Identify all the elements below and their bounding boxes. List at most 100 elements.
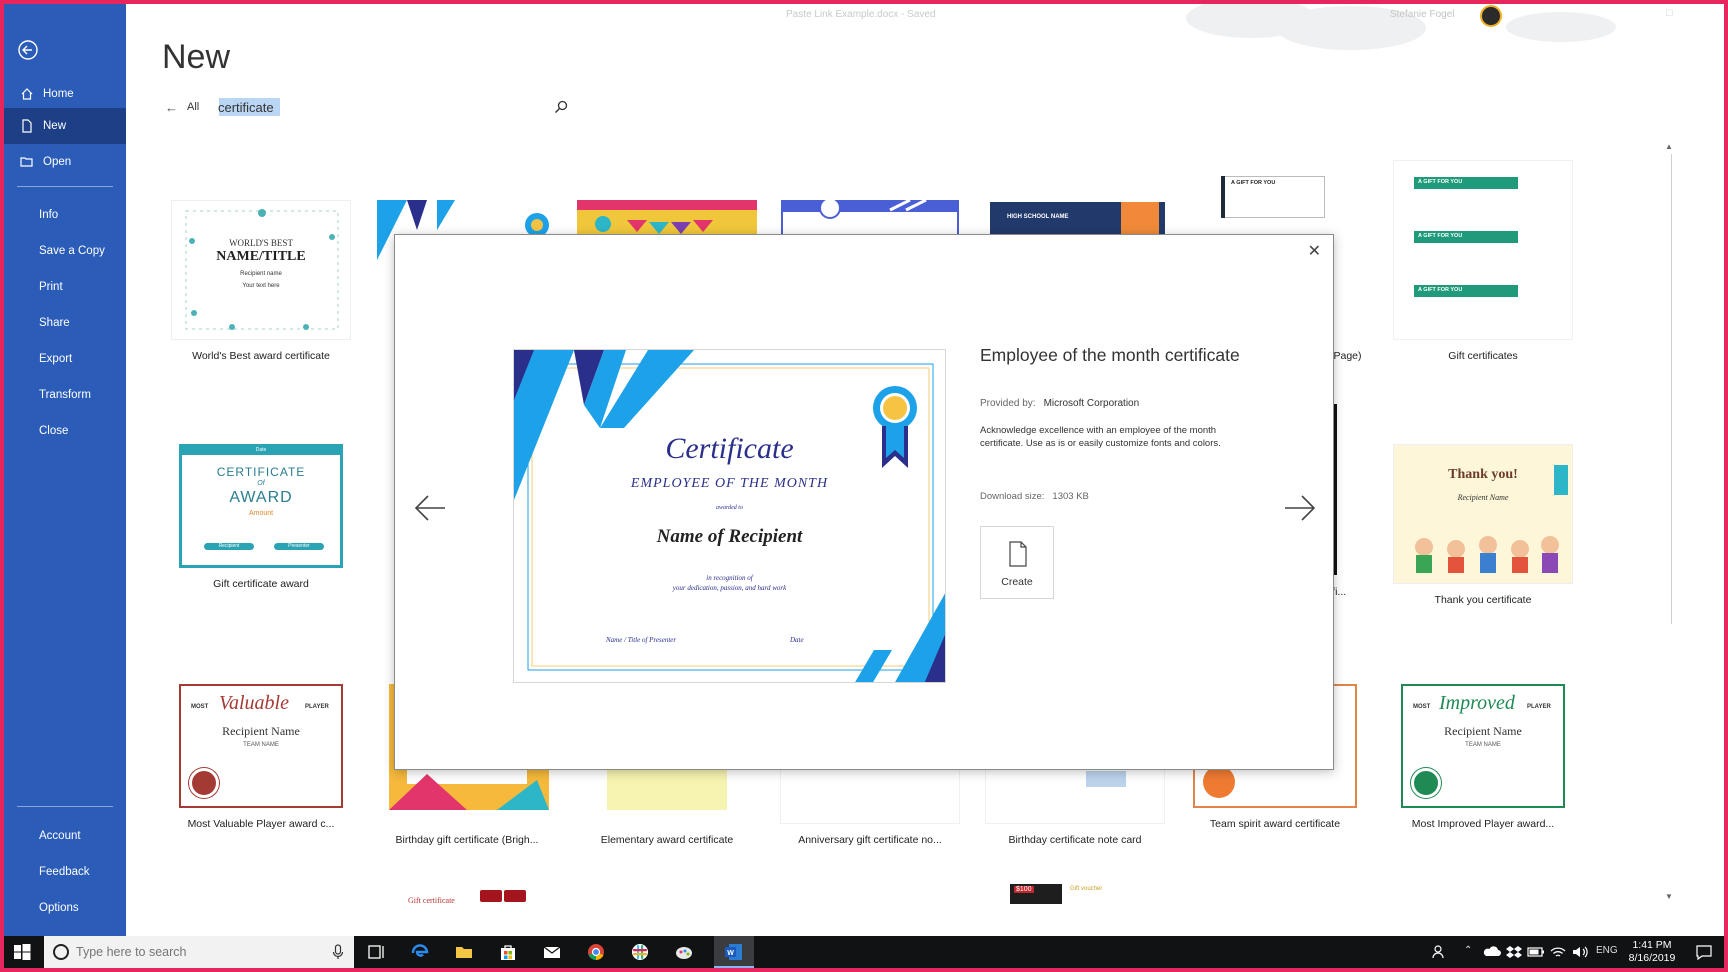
new-document-icon <box>17 116 37 136</box>
user-name[interactable]: Stefanie Fogel <box>1390 9 1455 20</box>
nav-open-label: Open <box>43 156 72 168</box>
download-size-value: 1303 KB <box>1052 491 1089 502</box>
onedrive-icon[interactable] <box>1482 942 1502 962</box>
thumb-sub: Recipient name <box>240 271 282 277</box>
thumb-text: TEAM NAME <box>243 742 279 748</box>
paint-app-icon[interactable] <box>674 942 694 962</box>
svg-text:W: W <box>727 950 734 957</box>
nav-account[interactable]: Account <box>4 818 126 854</box>
nav-feedback-label: Feedback <box>39 866 90 878</box>
scroll-up-icon[interactable]: ▲ <box>1665 142 1673 151</box>
thumb-text: MOST <box>191 704 209 710</box>
file-explorer-icon[interactable] <box>454 942 474 962</box>
breadcrumb-all-link[interactable]: All <box>187 101 199 113</box>
taskbar-search-input[interactable] <box>76 942 306 962</box>
nav-options-label: Options <box>39 902 79 914</box>
nav-save-a-copy[interactable]: Save a Copy <box>4 233 126 269</box>
slack-icon[interactable] <box>630 942 650 962</box>
thumb-main: NAME/TITLE <box>216 249 306 264</box>
thumb-text: HIGH SCHOOL NAME <box>1007 214 1069 220</box>
volume-icon[interactable] <box>1570 942 1590 962</box>
people-icon[interactable] <box>1430 942 1450 962</box>
mail-icon[interactable] <box>542 942 562 962</box>
scroll-thumb[interactable] <box>1671 154 1672 624</box>
thumb-text: CERTIFICATE <box>216 465 306 479</box>
preview-subheading: EMPLOYEE OF THE MONTH <box>630 476 829 491</box>
close-icon[interactable]: ✕ <box>1308 241 1321 261</box>
nav-print[interactable]: Print <box>4 269 126 305</box>
thumb-text: MOST <box>1413 704 1431 710</box>
dropbox-icon[interactable] <box>1504 942 1524 962</box>
template-most-improved[interactable]: MOST Improved PLAYER Recipient Name TEAM… <box>1388 684 1578 830</box>
template-caption: Team spirit award certificate <box>1209 818 1341 830</box>
nav-new[interactable]: New <box>4 108 126 144</box>
vertical-scrollbar[interactable]: ▲ ▼ <box>1662 142 1676 902</box>
template-search-input[interactable] <box>218 97 558 117</box>
create-button[interactable]: Create <box>980 526 1054 599</box>
nav-home[interactable]: Home <box>4 76 126 112</box>
template-caption: Birthday gift certificate (Brigh... <box>395 834 539 846</box>
nav-options[interactable]: Options <box>4 890 126 926</box>
thumb-accent <box>1121 202 1159 236</box>
nav-save-a-copy-label: Save a Copy <box>39 245 105 257</box>
thumb-text: Presenter <box>274 543 324 550</box>
nav-transform-label: Transform <box>39 389 91 401</box>
preview-date: Date <box>790 636 804 644</box>
show-hidden-icons-chevron-icon[interactable]: ⌃ <box>1464 945 1472 956</box>
template-thumbnail: WORLD'S BEST NAME/TITLE Recipient name Y… <box>171 200 351 340</box>
wifi-icon[interactable] <box>1548 942 1568 962</box>
search-icon[interactable] <box>553 99 569 115</box>
thumb-text: Of <box>257 480 265 487</box>
template-caption: Anniversary gift certificate no... <box>798 834 942 846</box>
template-caption: Gift certificate award <box>213 578 309 590</box>
nav-share[interactable]: Share <box>4 305 126 341</box>
nav-print-label: Print <box>39 281 63 293</box>
word-app-active[interactable]: W <box>714 936 754 968</box>
nav-close[interactable]: Close <box>4 413 126 449</box>
template-gift-certificates[interactable]: A GIFT FOR YOU A GIFT FOR YOU A GIFT FOR… <box>1388 160 1578 362</box>
preview-presenter: Name / Title of Presenter <box>606 636 677 644</box>
template-caption: Most Improved Player award... <box>1411 818 1555 830</box>
preview-recipient: Name of Recipient <box>656 526 803 547</box>
template-caption: Elementary award certificate <box>600 834 734 846</box>
restore-icon[interactable]: □ <box>1666 7 1673 19</box>
nav-info[interactable]: Info <box>4 197 126 233</box>
nav-open[interactable]: Open <box>4 144 126 180</box>
input-language[interactable]: ENG <box>1596 945 1618 956</box>
download-size-line: Download size: 1303 KB <box>980 491 1089 502</box>
template-worlds-best[interactable]: WORLD'S BEST NAME/TITLE Recipient name Y… <box>166 200 356 362</box>
windows-start-icon[interactable] <box>12 942 32 962</box>
template-gift-certificate-award[interactable]: Date CERTIFICATE Of AWARD Amount Recipie… <box>166 444 356 590</box>
taskbar-search-box[interactable] <box>44 936 354 968</box>
edge-browser-icon[interactable] <box>410 942 430 962</box>
thumb-text: A GIFT FOR YOU <box>1418 233 1463 239</box>
nav-transform[interactable]: Transform <box>4 377 126 413</box>
task-view-icon[interactable] <box>366 942 386 962</box>
provider-label: Provided by: <box>980 398 1036 409</box>
back-to-all-icon[interactable]: ← <box>165 100 178 115</box>
page-title: New <box>162 38 231 76</box>
nav-info-label: Info <box>39 209 59 221</box>
nav-feedback[interactable]: Feedback <box>4 854 126 890</box>
template-caption: Thank you certificate <box>1434 594 1532 606</box>
thumb-illustration <box>607 764 727 810</box>
template-thank-you[interactable]: Thank you! Recipient Name Thank you cert… <box>1388 444 1578 606</box>
thumb-text: Recipient <box>204 543 254 550</box>
chrome-icon[interactable] <box>586 942 606 962</box>
thumb-text: Gift certificate <box>408 896 455 905</box>
template-mvp[interactable]: MOST Valuable PLAYER Recipient Name TEAM… <box>166 684 356 830</box>
user-avatar[interactable] <box>1480 5 1502 27</box>
previous-arrow-icon[interactable] <box>413 493 447 523</box>
store-icon[interactable] <box>498 942 518 962</box>
thumb-text: PLAYER <box>305 704 329 710</box>
back-arrow-icon[interactable] <box>16 38 40 62</box>
battery-icon[interactable] <box>1526 942 1546 962</box>
badge-icon <box>1411 768 1441 798</box>
system-clock[interactable]: 1:41 PM 8/16/2019 <box>1622 939 1682 965</box>
nav-export[interactable]: Export <box>4 341 126 377</box>
template-title: Employee of the month certificate <box>980 345 1240 365</box>
scroll-down-icon[interactable]: ▼ <box>1665 892 1673 901</box>
action-center-icon[interactable] <box>1694 942 1714 962</box>
microphone-icon[interactable] <box>332 944 344 960</box>
next-arrow-icon[interactable] <box>1283 493 1317 523</box>
